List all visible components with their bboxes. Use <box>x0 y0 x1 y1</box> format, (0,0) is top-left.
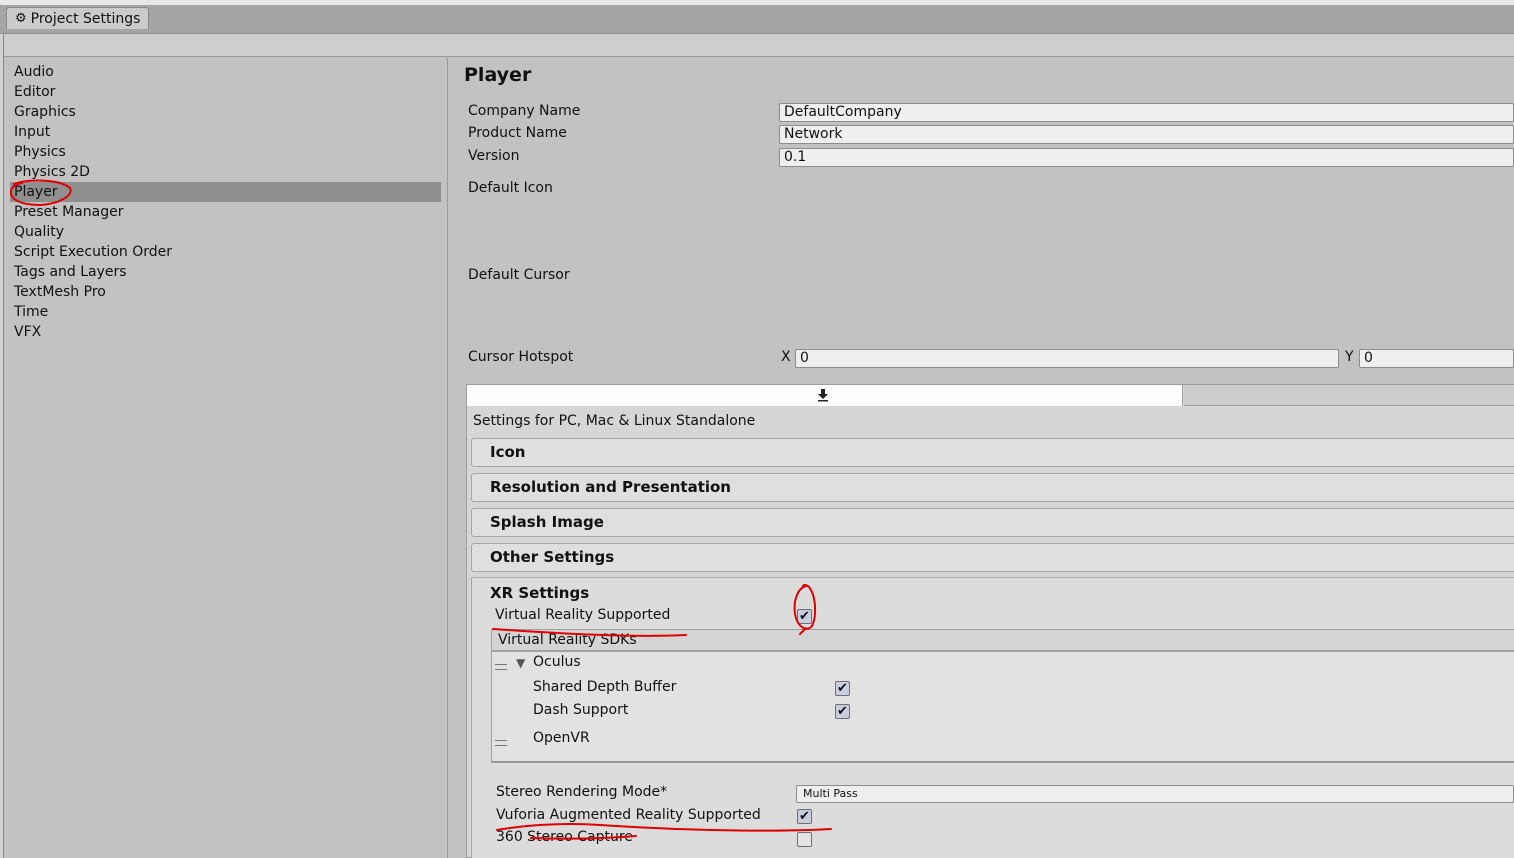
sidebar-item-physics-2d[interactable]: Physics 2D <box>10 162 441 182</box>
hotspot-y-label: Y <box>1345 349 1354 365</box>
sidebar-item-time[interactable]: Time <box>10 302 441 322</box>
version-label: Version <box>468 148 520 164</box>
sidebar-item-script-execution-order[interactable]: Script Execution Order <box>10 242 441 262</box>
vr-supported-checkbox[interactable]: ✔ <box>797 609 812 624</box>
sidebar-item-physics[interactable]: Physics <box>10 142 441 162</box>
section-resolution-presentation[interactable]: Resolution and Presentation <box>471 473 1514 502</box>
section-splash-image[interactable]: Splash Image <box>471 508 1514 537</box>
checkmark-icon: ✔ <box>799 809 810 824</box>
vuforia-label: Vuforia Augmented Reality Supported <box>496 807 761 823</box>
sidebar-item-preset-manager[interactable]: Preset Manager <box>10 202 441 222</box>
stereo-360-capture-label: 360 Stereo Capture <box>496 829 633 845</box>
page-title: Player <box>464 64 532 86</box>
settings-sidebar: Audio Editor Graphics Input Physics Phys… <box>4 58 448 858</box>
stereo-rendering-mode-select[interactable]: Multi Pass <box>796 785 1514 803</box>
toolbar <box>0 34 1514 57</box>
section-xr-settings[interactable]: XR Settings <box>490 584 589 602</box>
project-settings-tab[interactable]: ⚙ Project Settings <box>6 7 150 29</box>
sidebar-item-graphics[interactable]: Graphics <box>10 102 441 122</box>
company-name-label: Company Name <box>468 103 581 119</box>
sidebar-item-editor[interactable]: Editor <box>10 82 441 102</box>
checkmark-icon: ✔ <box>837 681 848 696</box>
platform-tab-other[interactable] <box>1184 385 1514 406</box>
checkmark-icon: ✔ <box>837 704 848 719</box>
section-other-settings[interactable]: Other Settings <box>471 543 1514 572</box>
stereo-360-capture-checkbox[interactable] <box>797 832 812 847</box>
sidebar-item-input[interactable]: Input <box>10 122 441 142</box>
section-icon[interactable]: Icon <box>471 438 1514 467</box>
sidebar-item-audio[interactable]: Audio <box>10 62 441 82</box>
foldout-arrow-icon[interactable]: ▼ <box>516 656 525 670</box>
platform-settings-title: Settings for PC, Mac & Linux Standalone <box>473 413 756 429</box>
tab-bar <box>0 5 1514 34</box>
dash-support-checkbox[interactable]: ✔ <box>835 704 850 719</box>
vr-supported-label: Virtual Reality Supported <box>495 607 671 623</box>
sidebar-item-quality[interactable]: Quality <box>10 222 441 242</box>
default-icon-label: Default Icon <box>468 180 553 196</box>
sdk-openvr[interactable]: OpenVR <box>533 730 590 746</box>
shared-depth-buffer-label: Shared Depth Buffer <box>533 679 677 695</box>
project-settings-tab-label: Project Settings <box>30 10 141 27</box>
dash-support-label: Dash Support <box>533 702 629 718</box>
checkmark-icon: ✔ <box>799 609 810 624</box>
sdk-oculus[interactable]: Oculus <box>533 654 581 670</box>
drag-handle-icon[interactable] <box>495 664 507 670</box>
vuforia-checkbox[interactable]: ✔ <box>797 809 812 824</box>
default-cursor-label: Default Cursor <box>468 267 570 283</box>
gear-icon: ⚙ <box>15 11 27 26</box>
cursor-hotspot-label: Cursor Hotspot <box>468 349 574 365</box>
product-name-label: Product Name <box>468 125 567 141</box>
shared-depth-buffer-checkbox[interactable]: ✔ <box>835 681 850 696</box>
vr-sdks-label: Virtual Reality SDKs <box>498 632 637 648</box>
sidebar-item-player[interactable]: Player <box>10 182 441 202</box>
company-name-field[interactable]: DefaultCompany <box>779 103 1514 122</box>
product-name-field[interactable]: Network <box>779 125 1514 144</box>
drag-handle-icon[interactable] <box>495 740 507 746</box>
download-icon <box>818 389 828 402</box>
vr-sdks-list <box>491 651 1514 763</box>
hotspot-y-field[interactable]: 0 <box>1359 349 1514 368</box>
hotspot-x-field[interactable]: 0 <box>795 349 1339 368</box>
sidebar-item-vfx[interactable]: VFX <box>10 322 441 342</box>
sidebar-item-textmesh-pro[interactable]: TextMesh Pro <box>10 282 441 302</box>
sidebar-item-tags-and-layers[interactable]: Tags and Layers <box>10 262 441 282</box>
stereo-rendering-mode-label: Stereo Rendering Mode* <box>496 784 668 800</box>
version-field[interactable]: 0.1 <box>779 148 1514 167</box>
vr-sdks-header: Virtual Reality SDKs <box>491 629 1514 651</box>
hotspot-x-label: X <box>781 349 791 365</box>
